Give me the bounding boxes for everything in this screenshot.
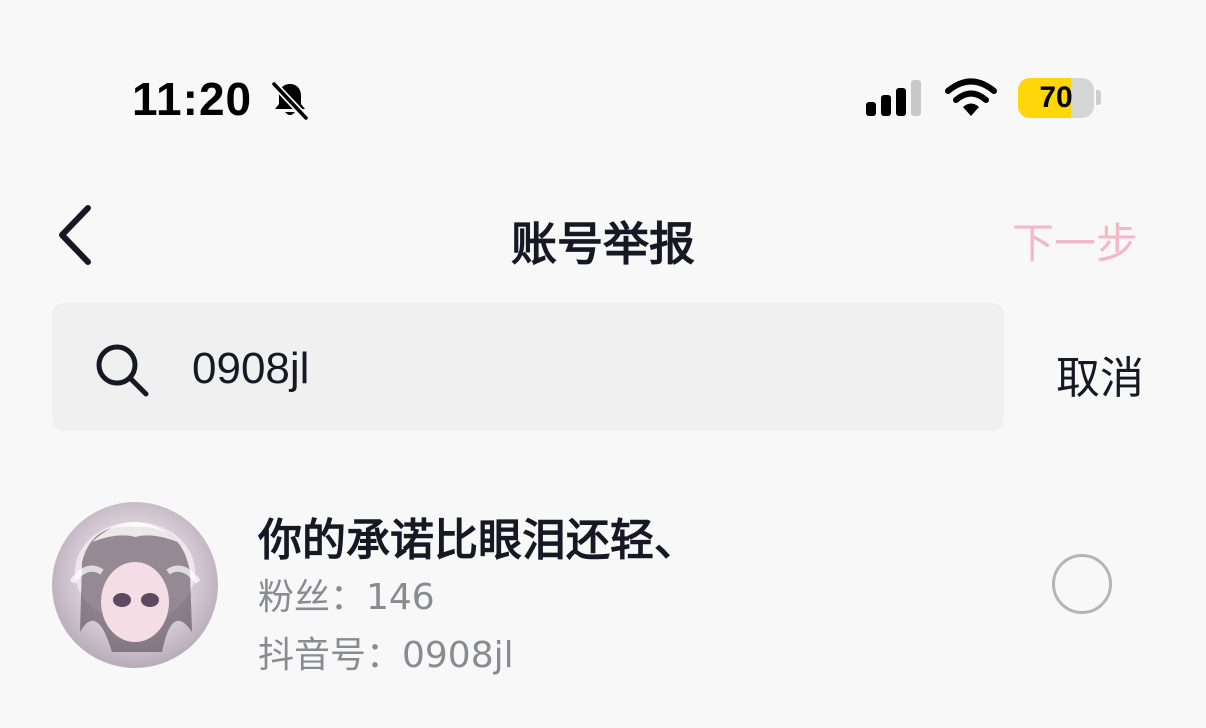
select-radio[interactable] [1052, 554, 1112, 614]
nav-bar: 账号举报 下一步 [0, 180, 1206, 290]
avatar-image [69, 522, 201, 652]
search-icon [96, 344, 149, 397]
next-step-button[interactable]: 下一步 [1012, 210, 1138, 271]
bell-muted-icon [270, 80, 310, 122]
battery-level: 70 [1039, 81, 1073, 114]
result-nickname: 你的承诺比眼泪还轻、 [258, 515, 698, 566]
result-fans-count: 粉丝：146 [258, 577, 435, 618]
status-time: 11:20 [132, 73, 253, 125]
signal-icon [866, 80, 921, 116]
result-douyin-id: 抖音号：0908jl [258, 635, 514, 676]
avatar [52, 502, 218, 668]
cancel-button[interactable]: 取消 [1056, 342, 1144, 406]
battery-cap [1096, 90, 1101, 105]
account-result-row[interactable]: 你的承诺比眼泪还轻、 粉丝：146 抖音号：0908jl [0, 490, 1206, 690]
wifi-icon [945, 78, 997, 116]
status-bar: 11:20 70 [0, 0, 1206, 150]
search-input[interactable] [192, 336, 972, 402]
battery-icon: 70 [1018, 78, 1094, 118]
